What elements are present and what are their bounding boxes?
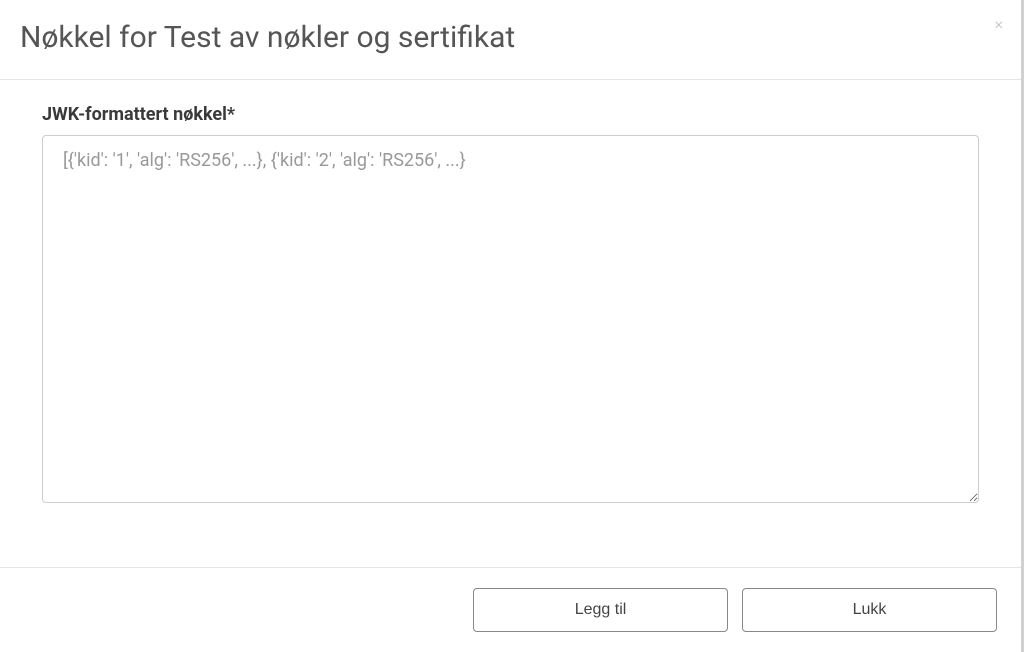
- modal-footer: Legg til Lukk: [0, 567, 1021, 652]
- close-icon[interactable]: ×: [995, 16, 1003, 32]
- modal-dialog: Nøkkel for Test av nøkler og sertifikat …: [0, 0, 1024, 652]
- add-button[interactable]: Legg til: [473, 588, 728, 632]
- modal-header: Nøkkel for Test av nøkler og sertifikat …: [0, 0, 1021, 80]
- jwk-label: JWK-formattert nøkkel*: [42, 104, 979, 125]
- modal-title: Nøkkel for Test av nøkler og sertifikat: [20, 20, 1001, 55]
- close-button[interactable]: Lukk: [742, 588, 997, 632]
- modal-body: JWK-formattert nøkkel*: [0, 80, 1021, 567]
- jwk-textarea[interactable]: [42, 135, 979, 503]
